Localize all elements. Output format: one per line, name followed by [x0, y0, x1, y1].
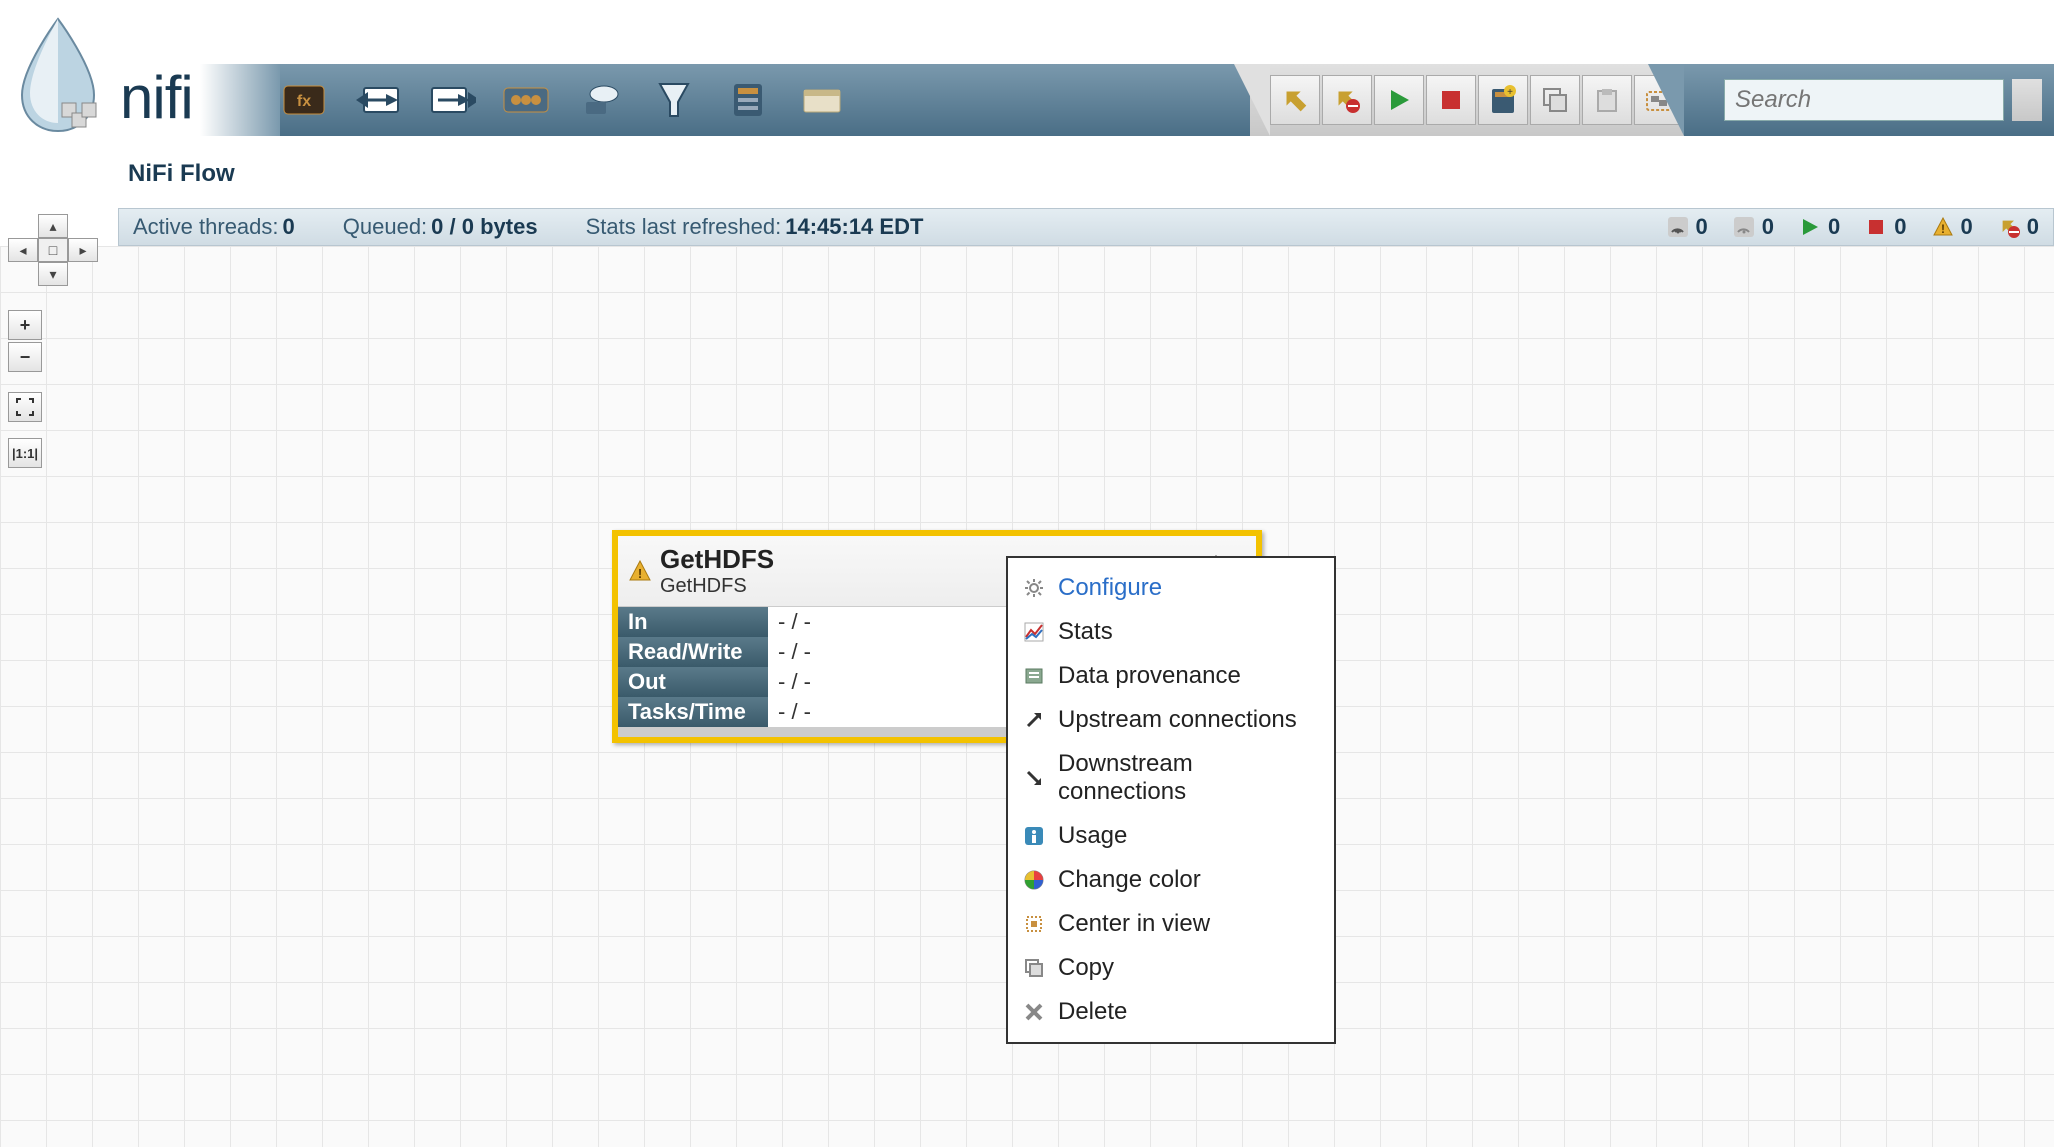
counter-disabled: 0: [1997, 214, 2039, 240]
context-menu-item-downstream-connections[interactable]: Downstream connections: [1008, 742, 1334, 814]
arrow-ur-icon: [1022, 708, 1046, 732]
component-toolbar: fx: [240, 64, 846, 136]
context-menu-label: Upstream connections: [1058, 706, 1297, 734]
invalid-icon: !: [1931, 215, 1955, 239]
create-template-button[interactable]: +: [1478, 75, 1528, 125]
paste-button[interactable]: [1582, 75, 1632, 125]
context-menu-label: Change color: [1058, 866, 1201, 894]
svg-text:+: +: [1507, 87, 1513, 98]
search-wrap: [1684, 64, 2054, 136]
context-menu-label: Center in view: [1058, 910, 1210, 938]
active-threads-value: 0: [283, 214, 295, 239]
center-icon: [1022, 912, 1046, 936]
stat-label: Tasks/Time: [618, 697, 768, 727]
disabled-icon: [1997, 215, 2021, 239]
zoom-in-button[interactable]: +: [8, 310, 42, 340]
stopped-icon: [1864, 215, 1888, 239]
logo-block: nifi: [0, 13, 193, 133]
zoom-out-button[interactable]: −: [8, 342, 42, 372]
enable-button[interactable]: [1270, 75, 1320, 125]
context-menu-label: Downstream connections: [1058, 750, 1320, 806]
context-menu-label: Configure: [1058, 574, 1162, 602]
queued-value: 0 / 0 bytes: [431, 214, 537, 239]
pan-down-button[interactable]: ▾: [38, 262, 68, 286]
context-menu-item-change-color[interactable]: Change color: [1008, 858, 1334, 902]
nifi-drop-logo-icon: [8, 13, 108, 133]
stat-label: Out: [618, 667, 768, 697]
pan-right-button[interactable]: ▸: [68, 238, 98, 262]
context-menu-label: Data provenance: [1058, 662, 1241, 690]
search-input[interactable]: [1724, 79, 2004, 121]
zoom-fit-button[interactable]: [8, 392, 42, 422]
refreshed-label: Stats last refreshed:: [586, 214, 782, 239]
pan-controls: ▴ ◂ □ ▸ ▾: [8, 214, 94, 292]
status-counters: 0 0 0 0 !0 0: [1666, 214, 2040, 240]
transmitting-icon: [1666, 215, 1690, 239]
app-name: nifi: [120, 63, 193, 132]
svg-text:!: !: [638, 566, 642, 581]
active-threads-label: Active threads:: [133, 214, 279, 239]
context-menu-label: Stats: [1058, 618, 1113, 646]
add-output-port-button[interactable]: [428, 76, 476, 124]
counter-running: 0: [1798, 214, 1840, 240]
context-menu-item-upstream-connections[interactable]: Upstream connections: [1008, 698, 1334, 742]
stat-label: In: [618, 607, 768, 637]
add-template-button[interactable]: [724, 76, 772, 124]
menu-button[interactable]: [2012, 79, 2042, 121]
start-button[interactable]: [1374, 75, 1424, 125]
delete-icon: [1022, 1000, 1046, 1024]
status-bar: Active threads:0 Queued:0 / 0 bytes Stat…: [118, 208, 2054, 246]
svg-text:!: !: [1941, 222, 1945, 236]
add-processor-button[interactable]: fx: [280, 76, 328, 124]
context-menu-item-stats[interactable]: Stats: [1008, 610, 1334, 654]
palette-icon: [1022, 868, 1046, 892]
warning-icon: !: [628, 559, 652, 583]
add-input-port-button[interactable]: [354, 76, 402, 124]
disable-button[interactable]: [1322, 75, 1372, 125]
chart-icon: [1022, 620, 1046, 644]
copy-button[interactable]: [1530, 75, 1580, 125]
zoom-controls: + −: [8, 310, 42, 374]
stat-label: Read/Write: [618, 637, 768, 667]
counter-not-transmitting: 0: [1732, 214, 1774, 240]
queued-label: Queued:: [343, 214, 427, 239]
provenance-icon: [1022, 664, 1046, 688]
gear-icon: [1022, 576, 1046, 600]
add-remote-process-group-button[interactable]: [576, 76, 624, 124]
add-label-button[interactable]: [798, 76, 846, 124]
counter-transmitting: 0: [1666, 214, 1708, 240]
context-menu-label: Copy: [1058, 954, 1114, 982]
context-menu-item-data-provenance[interactable]: Data provenance: [1008, 654, 1334, 698]
running-icon: [1798, 215, 1822, 239]
context-menu-item-delete[interactable]: Delete: [1008, 990, 1334, 1034]
context-menu: Configure Stats Data provenance Upstream co…: [1006, 556, 1336, 1044]
pan-up-button[interactable]: ▴: [38, 214, 68, 238]
flow-name-breadcrumb[interactable]: NiFi Flow: [128, 160, 235, 188]
copy-icon: [1022, 956, 1046, 980]
context-menu-item-usage[interactable]: Usage: [1008, 814, 1334, 858]
counter-invalid: !0: [1931, 214, 1973, 240]
counter-stopped: 0: [1864, 214, 1906, 240]
not-transmitting-icon: [1732, 215, 1756, 239]
nav-controls: ▴ ◂ □ ▸ ▾ + − |1:1|: [8, 214, 108, 470]
context-menu-item-copy[interactable]: Copy: [1008, 946, 1334, 990]
refreshed-value: 14:45:14 EDT: [785, 214, 923, 239]
context-menu-label: Delete: [1058, 998, 1127, 1026]
stop-button[interactable]: [1426, 75, 1476, 125]
info-icon: [1022, 824, 1046, 848]
context-menu-label: Usage: [1058, 822, 1127, 850]
svg-text:fx: fx: [297, 93, 311, 110]
zoom-actual-button[interactable]: |1:1|: [8, 438, 42, 468]
context-menu-item-center-in-view[interactable]: Center in view: [1008, 902, 1334, 946]
arrow-dr-icon: [1022, 766, 1046, 790]
add-process-group-button[interactable]: [502, 76, 550, 124]
add-funnel-button[interactable]: [650, 76, 698, 124]
context-menu-item-configure[interactable]: Configure: [1008, 566, 1334, 610]
header: nifi fx: [0, 0, 2054, 145]
component-toolbar-wrap: fx: [240, 64, 2054, 136]
pan-center-button[interactable]: □: [38, 238, 68, 262]
pan-left-button[interactable]: ◂: [8, 238, 38, 262]
